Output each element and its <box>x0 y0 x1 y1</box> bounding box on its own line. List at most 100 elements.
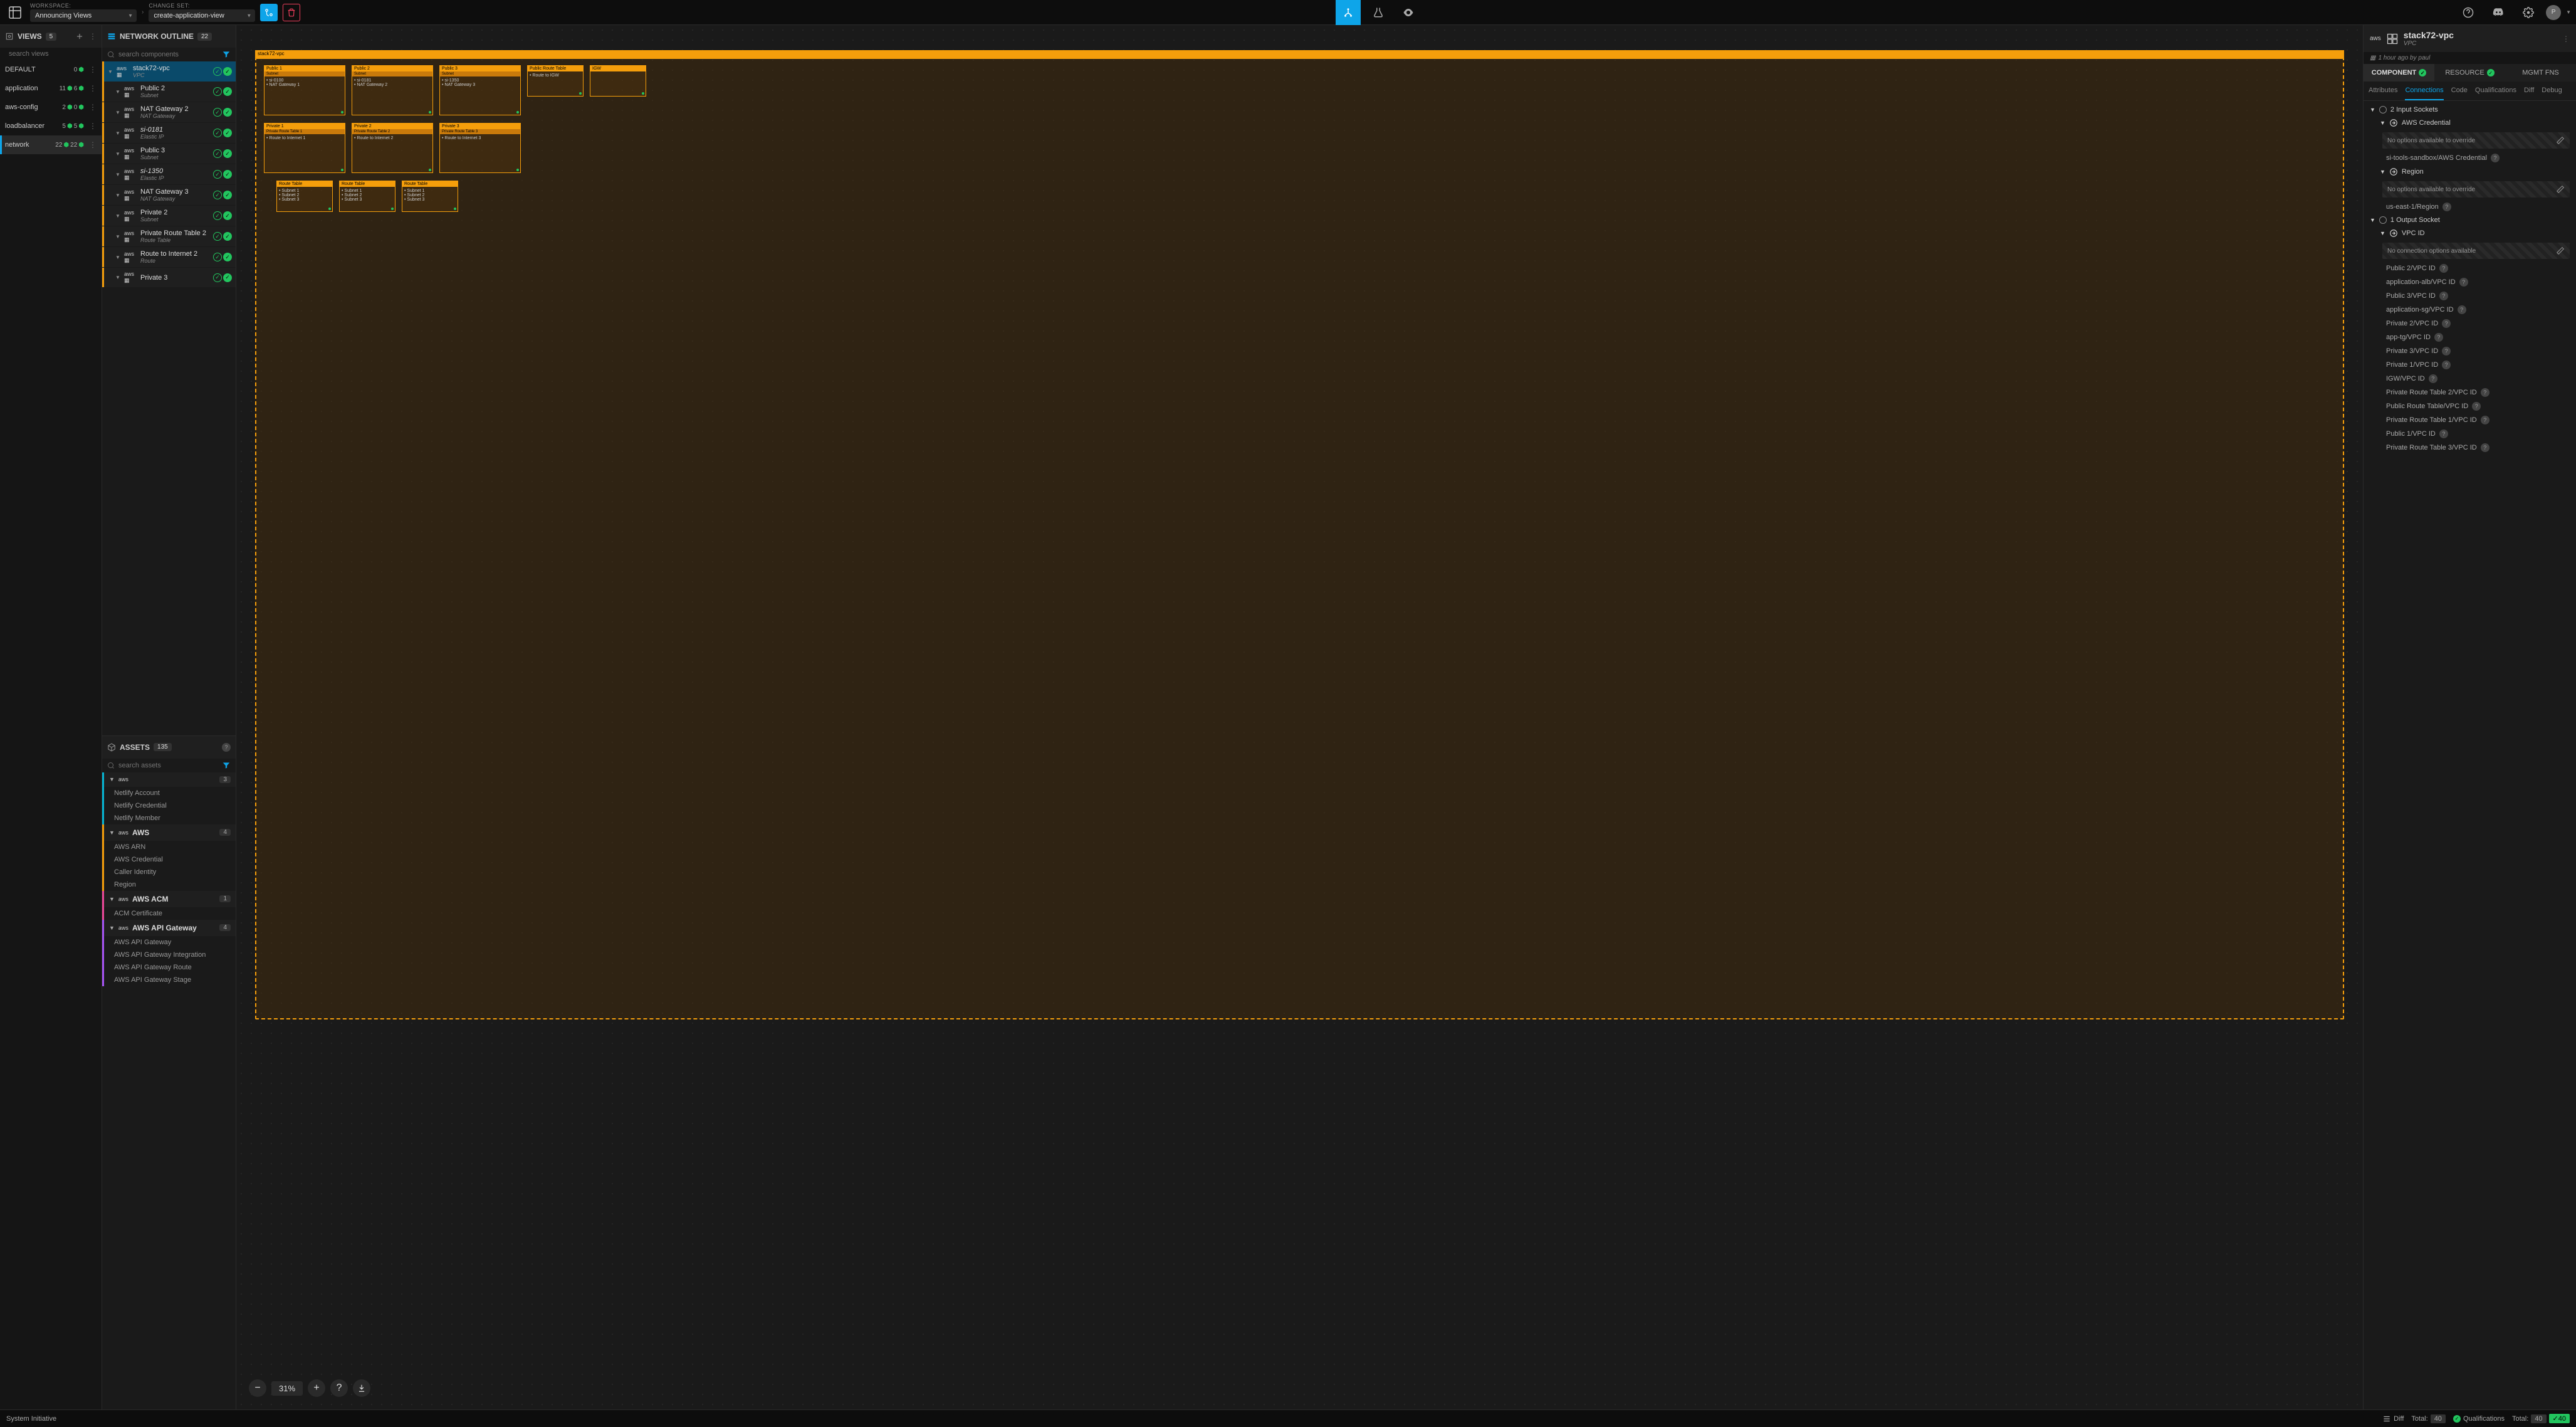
outline-item[interactable]: ▼aws ▦si-1350Elastic IP✓✓ <box>102 164 236 184</box>
asset-item[interactable]: AWS API Gateway Stage <box>104 974 236 986</box>
asset-item[interactable]: Region <box>104 878 236 891</box>
detail-menu-icon[interactable]: ⋮ <box>2562 34 2570 43</box>
subtab-qualifications[interactable]: Qualifications <box>2475 82 2516 100</box>
tab-component[interactable]: COMPONENT✓ <box>2364 64 2434 82</box>
subtab-attributes[interactable]: Attributes <box>2369 82 2397 100</box>
edit-icon[interactable] <box>2556 136 2565 145</box>
help-icon[interactable]: ? <box>2442 319 2451 328</box>
nav-tab-model[interactable] <box>1336 0 1361 25</box>
app-logo[interactable] <box>5 3 25 23</box>
outline-item[interactable]: ▼aws ▦Private Route Table 2Route Table✓✓ <box>102 226 236 246</box>
outline-item[interactable]: ▼aws ▦stack72-vpcVPC✓✓ <box>102 61 236 82</box>
help-icon[interactable] <box>2456 0 2481 25</box>
option-connection-box[interactable]: No connection options available <box>2382 243 2570 259</box>
views-search-input[interactable] <box>9 50 98 58</box>
nav-tab-lab[interactable] <box>1366 0 1391 25</box>
avatar-chevron-icon[interactable]: ▼ <box>2566 9 2571 15</box>
help-icon[interactable]: ? <box>2459 278 2468 287</box>
discord-icon[interactable] <box>2486 0 2511 25</box>
diagram-node[interactable]: Private 3Private Route Table 3• Route to… <box>439 123 521 173</box>
assets-search-input[interactable] <box>118 762 218 769</box>
help-icon[interactable]: ? <box>2481 388 2490 397</box>
views-menu-icon[interactable]: ⋮ <box>89 32 97 41</box>
delete-button[interactable] <box>283 4 300 21</box>
asset-group-header[interactable]: ▼aws3 <box>104 772 236 787</box>
workspace-dropdown[interactable]: Announcing Views <box>30 9 137 22</box>
view-item-default[interactable]: DEFAULT0⬢⋮ <box>0 60 102 79</box>
asset-group-header[interactable]: ▼awsAWS API Gateway4 <box>104 920 236 936</box>
help-icon[interactable]: ? <box>2458 305 2466 314</box>
help-icon[interactable]: ? <box>2434 333 2443 342</box>
tab-resource[interactable]: RESOURCE✓ <box>2434 64 2505 82</box>
filter-icon[interactable] <box>222 50 231 59</box>
asset-group-header[interactable]: ▼awsAWS4 <box>104 824 236 841</box>
view-item-loadbalancer[interactable]: loadbalancer5⬢5⬢⋮ <box>0 117 102 135</box>
help-icon[interactable]: ? <box>2491 154 2500 162</box>
user-avatar[interactable]: P <box>2546 5 2561 20</box>
asset-group-header[interactable]: ▼awsAWS ACM1 <box>104 891 236 907</box>
socket-aws-credential[interactable]: ▼AWS Credential <box>2364 116 2576 130</box>
merge-button[interactable] <box>260 4 278 21</box>
zoom-in-button[interactable]: + <box>308 1379 325 1397</box>
help-icon[interactable]: ? <box>2439 264 2448 273</box>
canvas[interactable]: stack72-vpc Public 1Subnet• si-0100• NAT… <box>236 25 2363 1409</box>
outline-item[interactable]: ▼aws ▦Route to Internet 2Route✓✓ <box>102 247 236 267</box>
option-override-box[interactable]: No options available to override <box>2382 132 2570 149</box>
diagram-node[interactable]: Private 1Private Route Table 1• Route to… <box>264 123 345 173</box>
asset-item[interactable]: AWS ARN <box>104 841 236 853</box>
nav-tab-view[interactable] <box>1396 0 1421 25</box>
socket-vpc-id[interactable]: ▼VPC ID <box>2364 226 2576 240</box>
view-item-network[interactable]: network22⬢22⬢⋮ <box>0 135 102 154</box>
subtab-diff[interactable]: Diff <box>2524 82 2534 100</box>
view-menu-icon[interactable]: ⋮ <box>89 122 97 130</box>
diagram-node[interactable]: Public 2Subnet• si-0181• NAT Gateway 2 <box>352 65 433 115</box>
outline-item[interactable]: ▼aws ▦NAT Gateway 2NAT Gateway✓✓ <box>102 102 236 122</box>
download-button[interactable] <box>353 1379 370 1397</box>
diagram-node[interactable]: Public Route Table• Route to IGW <box>527 65 584 97</box>
diagram-node[interactable]: Public 3Subnet• si-1350• NAT Gateway 3 <box>439 65 521 115</box>
canvas-help-button[interactable]: ? <box>330 1379 348 1397</box>
outline-search-input[interactable] <box>118 51 218 58</box>
view-menu-icon[interactable]: ⋮ <box>89 140 97 149</box>
subtab-debug[interactable]: Debug <box>2542 82 2562 100</box>
outline-item[interactable]: ▼aws ▦Private 3✓✓ <box>102 268 236 287</box>
edit-icon[interactable] <box>2556 185 2565 194</box>
outline-item[interactable]: ▼aws ▦Public 2Subnet✓✓ <box>102 82 236 102</box>
asset-item[interactable]: AWS Credential <box>104 853 236 866</box>
assets-help-icon[interactable]: ? <box>222 743 231 752</box>
asset-item[interactable]: Caller Identity <box>104 866 236 878</box>
diagram-node[interactable]: Route Table• Subnet 1• Subnet 2• Subnet … <box>339 181 395 212</box>
socket-region[interactable]: ▼Region <box>2364 165 2576 179</box>
help-icon[interactable]: ? <box>2442 361 2451 369</box>
output-sockets-header[interactable]: ▼1 Output Socket <box>2364 214 2576 226</box>
status-qualifications[interactable]: ✓ Qualifications <box>2453 1415 2505 1423</box>
asset-item[interactable]: Netlify Member <box>104 812 236 824</box>
outline-item[interactable]: ▼aws ▦NAT Gateway 3NAT Gateway✓✓ <box>102 185 236 205</box>
asset-item[interactable]: AWS API Gateway <box>104 936 236 949</box>
asset-item[interactable]: AWS API Gateway Route <box>104 961 236 974</box>
asset-item[interactable]: AWS API Gateway Integration <box>104 949 236 961</box>
diagram-vpc[interactable]: stack72-vpc Public 1Subnet• si-0100• NAT… <box>255 50 2344 1019</box>
input-sockets-header[interactable]: ▼2 Input Sockets <box>2364 103 2576 116</box>
option-override-box[interactable]: No options available to override <box>2382 181 2570 197</box>
asset-item[interactable]: Netlify Credential <box>104 799 236 812</box>
edit-icon[interactable] <box>2556 246 2565 255</box>
help-icon[interactable]: ? <box>2439 292 2448 300</box>
view-menu-icon[interactable]: ⋮ <box>89 103 97 112</box>
help-icon[interactable]: ? <box>2442 347 2451 355</box>
diagram-node[interactable]: Route Table• Subnet 1• Subnet 2• Subnet … <box>402 181 458 212</box>
diagram-node[interactable]: IGW <box>590 65 646 97</box>
diagram-node[interactable]: Public 1Subnet• si-0100• NAT Gateway 1 <box>264 65 345 115</box>
outline-item[interactable]: ▼aws ▦si-0181Elastic IP✓✓ <box>102 123 236 143</box>
view-item-aws-config[interactable]: aws-config2⬢0⬢⋮ <box>0 98 102 117</box>
subtab-connections[interactable]: Connections <box>2405 82 2443 100</box>
asset-item[interactable]: Netlify Account <box>104 787 236 799</box>
help-icon[interactable]: ? <box>2429 374 2437 383</box>
tab-mgmtfns[interactable]: MGMT FNS <box>2505 64 2576 82</box>
help-icon[interactable]: ? <box>2442 203 2451 211</box>
help-icon[interactable]: ? <box>2439 429 2448 438</box>
outline-item[interactable]: ▼aws ▦Public 3Subnet✓✓ <box>102 144 236 164</box>
view-menu-icon[interactable]: ⋮ <box>89 84 97 93</box>
subtab-code[interactable]: Code <box>2451 82 2468 100</box>
diagram-node[interactable]: Route Table• Subnet 1• Subnet 2• Subnet … <box>276 181 333 212</box>
